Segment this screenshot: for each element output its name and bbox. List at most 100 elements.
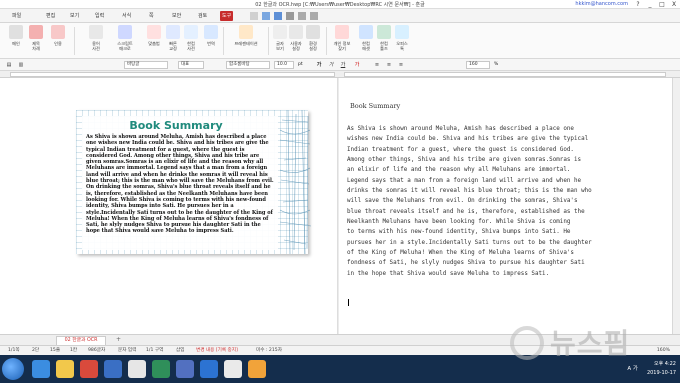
app-icon[interactable] [176, 360, 194, 378]
ruler-left [10, 72, 335, 77]
ribbon-toolbar: 메인 제목 차례 인용 용어 사전 스크립트 매크로 맞춤법 빠른 교정 한컴 … [0, 23, 680, 59]
menu-security[interactable]: 보안 [170, 11, 183, 21]
help-icon[interactable]: ? [632, 0, 644, 9]
quick-open-icon[interactable] [262, 12, 270, 20]
quick-new-icon[interactable] [250, 12, 258, 20]
text-line: fondness of Sati, he slyly nudges Shiva … [347, 260, 585, 267]
bold-icon[interactable]: 가 [316, 62, 322, 68]
quote-icon [51, 25, 65, 39]
zoom-input[interactable]: 160 [466, 61, 490, 69]
spellcheck-icon [147, 25, 161, 39]
app-icon[interactable] [128, 360, 146, 378]
text-line: drinks the somras it will reveal his blu… [347, 188, 592, 195]
office-talk-icon [395, 25, 409, 39]
text-line: wishes new India could be. Shiva and his… [347, 136, 589, 143]
translate-icon [204, 25, 218, 39]
text-line: Neelkanth Meluhans have been looking for… [347, 219, 571, 226]
redo-icon[interactable] [310, 12, 318, 20]
app-icon[interactable] [104, 360, 122, 378]
text-line: will save the Meluhans from evil. On dri… [347, 198, 578, 205]
ribbon-divider [326, 27, 327, 55]
toc-icon [29, 25, 43, 39]
italic-icon[interactable]: 가 [328, 62, 334, 68]
start-button[interactable] [2, 358, 24, 380]
align-left-icon[interactable]: ≡ [374, 62, 380, 68]
vertical-scrollbar[interactable] [672, 78, 680, 334]
menu-tools[interactable]: 도구 [220, 11, 234, 21]
right-page[interactable]: Book Summary As Shiva is shown around Me… [339, 78, 672, 334]
text-line: of the King of Meluha! When the King of … [347, 250, 574, 257]
ribbon-divider [74, 27, 75, 55]
summary-body: As Shiva is shown around Meluha, Amish h… [347, 124, 615, 279]
office-talk-button[interactable]: 오피스 톡 [390, 25, 414, 57]
minimize-button[interactable]: _ [644, 0, 656, 9]
text-line: Among other things, Shiva and his tribe … [347, 157, 582, 164]
status-track-changes[interactable]: 변경 내용 [기록 중지] [196, 347, 238, 355]
app-icon[interactable] [152, 360, 170, 378]
close-button[interactable]: X [668, 0, 680, 9]
hancom-dict-icon [184, 25, 198, 39]
macro-icon [118, 25, 132, 39]
menu-review[interactable]: 검토 [196, 11, 209, 21]
ruler[interactable] [0, 71, 680, 78]
format-icon[interactable]: ▥ [18, 62, 24, 68]
status-section: 1/1 구역 [146, 348, 164, 353]
translate-button[interactable]: 번역 [199, 25, 223, 57]
text-line: Legend says that a man from a foreign la… [347, 177, 582, 184]
font-lang-select[interactable]: 대표 [178, 61, 204, 69]
underline-icon[interactable]: 가 [340, 62, 346, 68]
menu-bar: 파일 편집 보기 입력 서식 쪽 보안 검토 도구 [0, 9, 680, 23]
menu-insert[interactable]: 입력 [93, 11, 106, 21]
text-line: in the hope that Shiva would save Meluha… [347, 270, 550, 277]
align-center-icon[interactable]: ≡ [386, 62, 392, 68]
dictionary-button[interactable]: 용어 사전 [84, 25, 108, 57]
privacy-button[interactable]: 개인 정보 찾기 [329, 25, 355, 57]
preferences-button[interactable]: 환경 설정 [301, 25, 325, 57]
left-page[interactable]: Book Summary As Shiva is shown around Me… [0, 78, 338, 334]
font-size-input[interactable]: 10.0 [274, 61, 294, 69]
font-face-select[interactable]: 함초롬바탕 [226, 61, 270, 69]
quick-print-icon[interactable] [286, 12, 294, 20]
undo-icon[interactable] [298, 12, 306, 20]
status-page: 1/1쪽 [8, 348, 20, 353]
document-area: Book Summary As Shiva is shown around Me… [0, 78, 672, 334]
ie-icon[interactable] [32, 360, 50, 378]
chrome-icon[interactable] [80, 360, 98, 378]
menu-edit[interactable]: 편집 [44, 11, 57, 21]
scribble-decoration [279, 110, 312, 254]
add-tab-button[interactable]: + [116, 336, 121, 343]
format-icon[interactable]: ▤ [6, 62, 12, 68]
menu-file[interactable]: 파일 [10, 11, 23, 21]
presentation-button[interactable]: 프레젠테이션 [228, 25, 264, 57]
file-explorer-icon[interactable] [56, 360, 74, 378]
user-email[interactable]: hkkim@hancom.com [575, 1, 628, 7]
dictionary-icon [89, 25, 103, 39]
privacy-icon [335, 25, 349, 39]
hancom-word-icon[interactable] [200, 360, 218, 378]
document-tab[interactable]: 02 한글과 OCR [56, 336, 106, 345]
format-toolbar: ▤ ▥ 바탕글 대표 함초롬바탕 10.0 pt 가 가 가 가 ≡ ≡ ≡ 1… [0, 59, 680, 71]
quick-save-icon[interactable] [274, 12, 282, 20]
text-caret [348, 299, 349, 306]
zoom-unit: % [494, 62, 499, 67]
status-input-mode: 문자 입력 [118, 348, 137, 353]
status-char: 1칸 [70, 348, 78, 353]
status-insert[interactable]: 삽입 [176, 347, 184, 355]
menu-page[interactable]: 쪽 [147, 11, 156, 21]
title-bar: 02 한글과 OCR.hwp [C:₩Users₩user₩Desktop₩RC… [0, 0, 680, 9]
maximize-button[interactable]: □ [656, 0, 668, 9]
asset-icon [359, 25, 373, 39]
status-count: 986글자 [88, 348, 106, 353]
toc-button[interactable]: 제목 차례 [24, 25, 48, 57]
app-icon[interactable] [224, 360, 242, 378]
align-right-icon[interactable]: ≡ [398, 62, 404, 68]
quote-button[interactable]: 인용 [46, 25, 70, 57]
presentation-icon [239, 25, 253, 39]
font-color-icon[interactable]: 가 [354, 62, 360, 68]
macro-button[interactable]: 스크립트 매크로 [113, 25, 137, 57]
watermark-text: 뉴스핌 [550, 327, 631, 360]
style-select[interactable]: 바탕글 [124, 61, 168, 69]
app-icon[interactable] [248, 360, 266, 378]
menu-format[interactable]: 서식 [120, 11, 133, 21]
menu-view[interactable]: 보기 [68, 11, 81, 21]
